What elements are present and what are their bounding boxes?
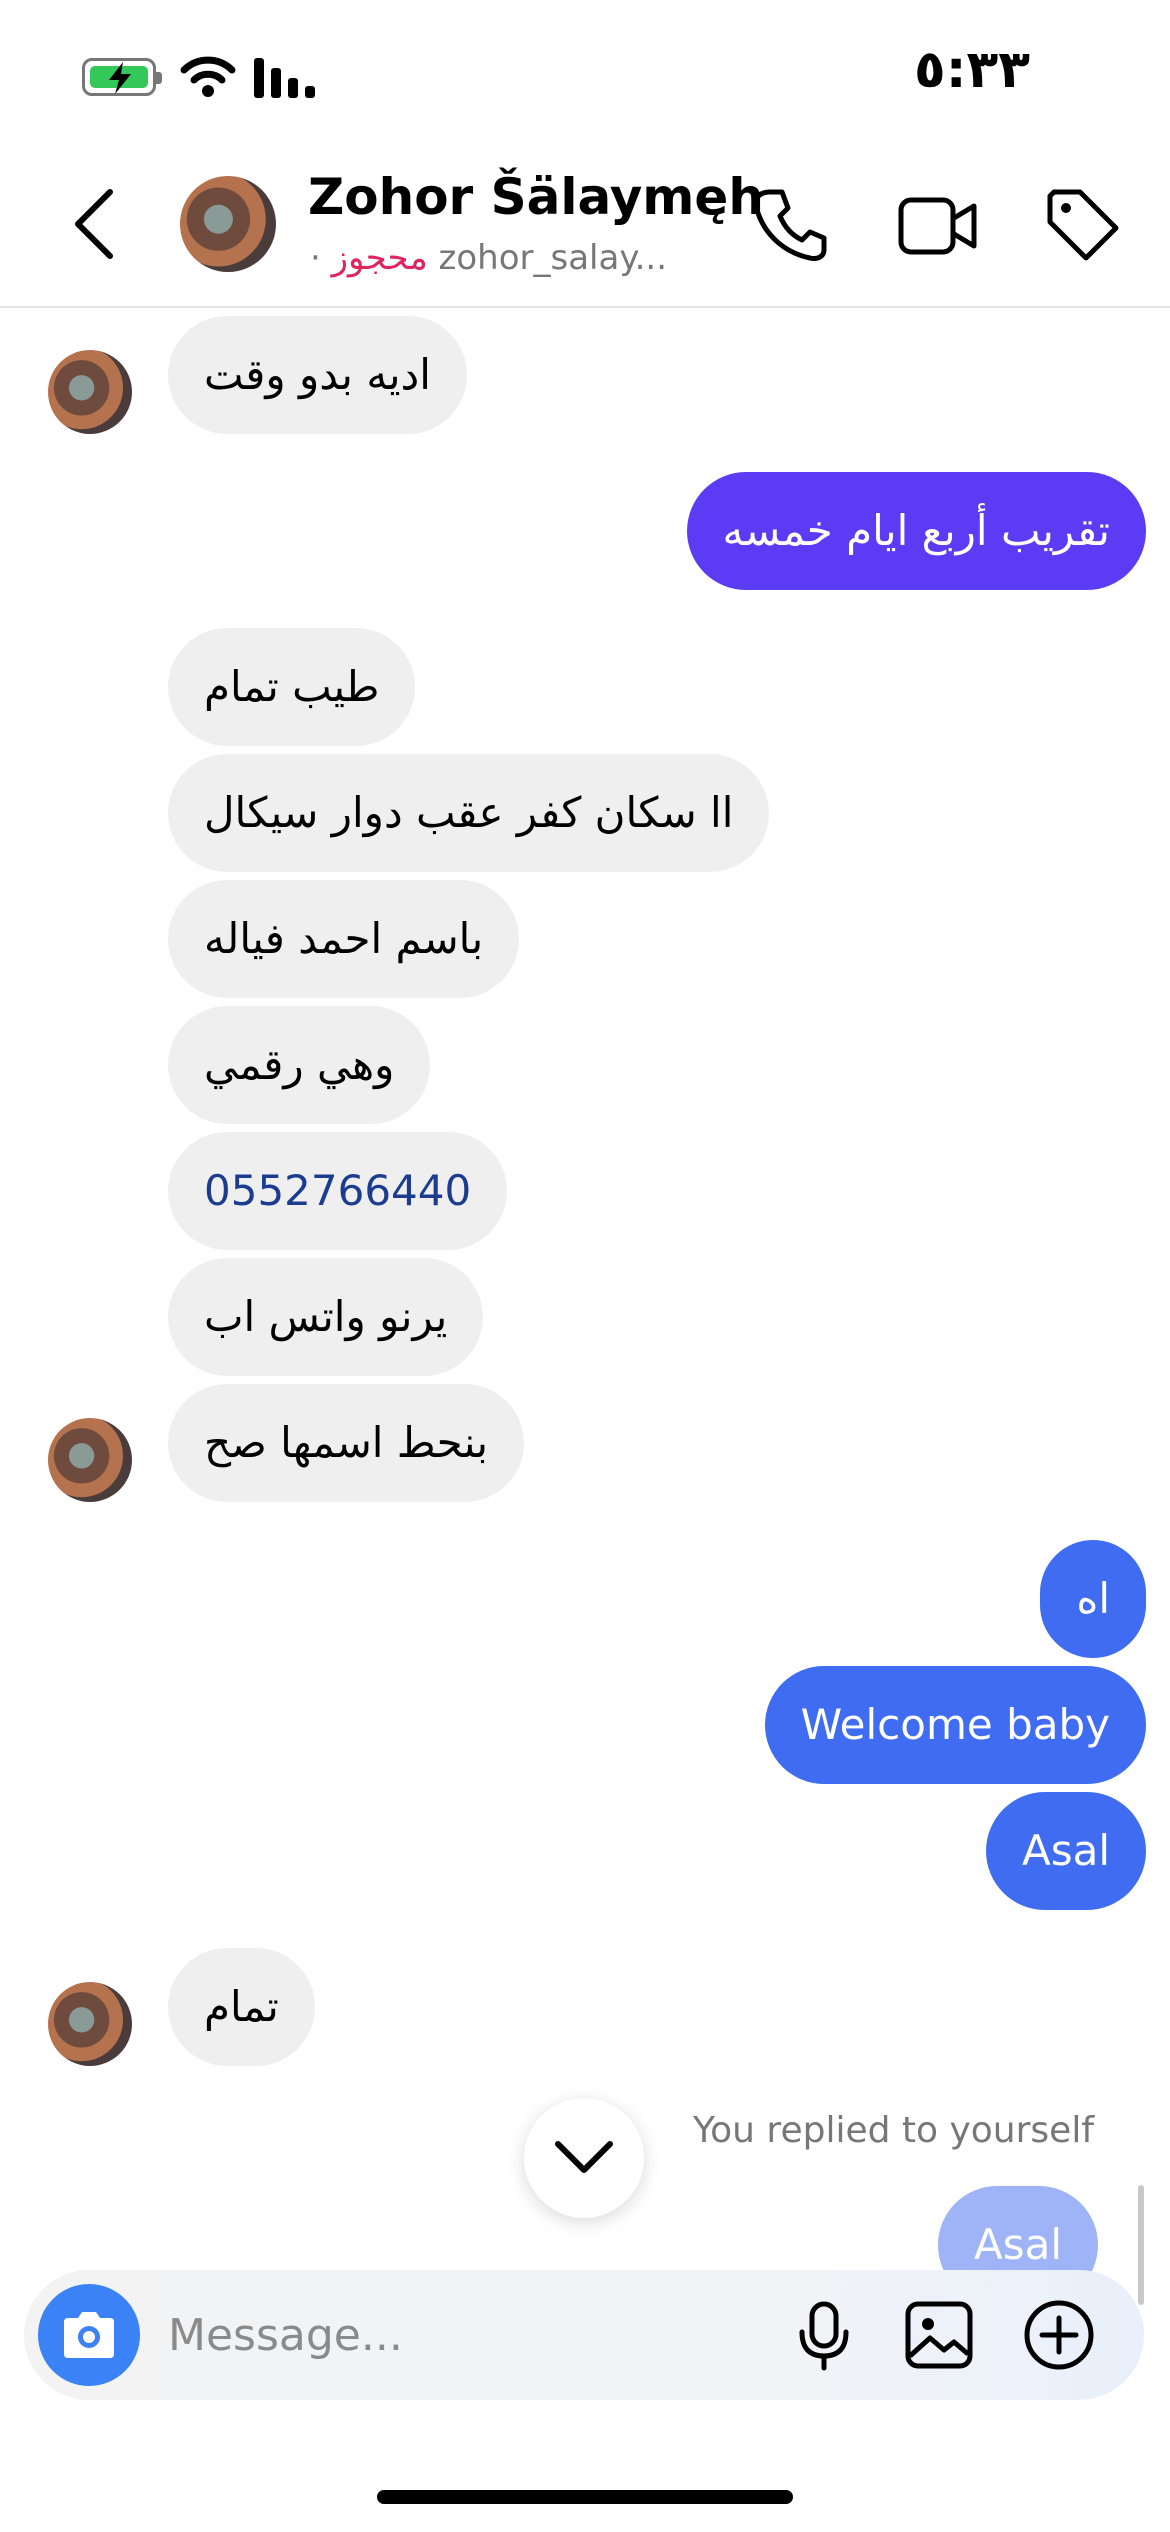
- message-bubble-incoming[interactable]: تمام: [168, 1948, 315, 2066]
- message-bubble-incoming[interactable]: طيب تمام: [168, 628, 416, 746]
- contact-subtitle: · محجوز zohor_salay...: [310, 238, 667, 278]
- scrollbar[interactable]: [1138, 2185, 1144, 2305]
- home-indicator[interactable]: [377, 2490, 793, 2504]
- message-bubble-outgoing[interactable]: Asal: [985, 1792, 1146, 1910]
- message-bubble-incoming[interactable]: اديه بدو وقت: [168, 316, 467, 434]
- message-bubble-incoming[interactable]: اا سكان كفر عقب دوار سيكال: [168, 754, 770, 872]
- signal-icon: [254, 58, 315, 98]
- tag-icon[interactable]: [1044, 186, 1120, 262]
- camera-button[interactable]: [38, 2284, 140, 2386]
- scroll-to-bottom-button[interactable]: [524, 2098, 644, 2218]
- plus-circle-icon[interactable]: [1022, 2298, 1096, 2372]
- dm-screen: ٥:٣٣ Zohor Šälaymęh · محجوز zohor_salay.…: [0, 0, 1170, 2532]
- video-icon[interactable]: [898, 194, 978, 258]
- message-bubble-outgoing[interactable]: تقريب أربع ايام خمسه: [686, 472, 1146, 590]
- username: zohor_salay...: [438, 238, 668, 278]
- message-bubble-incoming[interactable]: باسم احمد فياله: [168, 880, 520, 998]
- message-bubble-phone-link[interactable]: 0552766440: [168, 1132, 508, 1250]
- sender-avatar: [48, 1982, 132, 2066]
- battery-charging-icon: [82, 58, 162, 96]
- contact-name[interactable]: Zohor Šälaymęh: [308, 168, 764, 226]
- camera-icon: [64, 2312, 114, 2358]
- message-input[interactable]: [168, 2300, 768, 2370]
- sender-avatar: [48, 1418, 132, 1502]
- reply-note: You replied to yourself: [692, 2110, 1094, 2151]
- chevron-down-icon: [555, 2141, 613, 2173]
- message-bubble-incoming[interactable]: وهي رقمي: [168, 1006, 431, 1124]
- blocked-label: محجوز: [331, 238, 428, 278]
- separator-dot: ·: [310, 238, 321, 278]
- message-composer: [24, 2270, 1144, 2400]
- gallery-icon[interactable]: [904, 2300, 974, 2370]
- message-bubble-outgoing[interactable]: اه: [1040, 1540, 1146, 1658]
- status-time: ٥:٣٣: [913, 40, 1030, 100]
- wifi-icon: [180, 56, 236, 97]
- chevron-left-icon[interactable]: [72, 188, 116, 260]
- microphone-icon[interactable]: [796, 2300, 852, 2372]
- avatar[interactable]: [180, 176, 276, 272]
- message-bubble-incoming[interactable]: بنحط اسمها صح: [168, 1384, 525, 1502]
- message-bubble-outgoing[interactable]: Welcome baby: [764, 1666, 1146, 1784]
- sender-avatar: [48, 350, 132, 434]
- phone-icon[interactable]: [752, 186, 828, 262]
- chat-header: Zohor Šälaymęh · محجوز zohor_salay...: [0, 150, 1170, 308]
- message-bubble-incoming[interactable]: يرنو واتس اب: [168, 1258, 484, 1376]
